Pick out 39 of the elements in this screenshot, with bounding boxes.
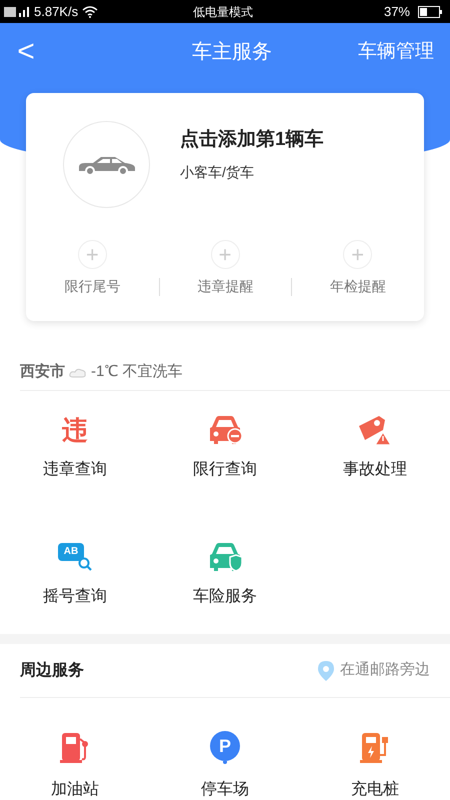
service-label: 限行查询: [193, 460, 257, 480]
current-location: 在通邮路旁边: [340, 660, 430, 680]
page-title: 车主服务: [191, 40, 273, 65]
nearby-label: 加油站: [51, 780, 99, 800]
nearby-label: 充电桩: [351, 780, 399, 800]
nearby-item[interactable]: P 停车场: [150, 730, 300, 800]
nearby-item[interactable]: 加油站: [0, 730, 150, 800]
section-title: 周边服务: [20, 660, 85, 680]
violation-icon: 违: [62, 415, 88, 445]
shortcut-label[interactable]: 限行尾号: [26, 276, 159, 297]
wifi-icon: [82, 6, 98, 18]
cloud-icon: [69, 368, 87, 378]
parking-pin-icon: P: [210, 730, 240, 764]
shortcut-label[interactable]: 违章提醒: [160, 276, 292, 297]
service-item[interactable]: 车险服务: [150, 541, 300, 634]
battery-icon: [418, 6, 442, 18]
vehicle-type: 小客车/货车: [180, 162, 255, 182]
service-item[interactable]: AB 摇号查询: [0, 541, 150, 634]
signal-icon: [4, 4, 30, 18]
shortcut-label[interactable]: 年检提醒: [292, 276, 424, 297]
service-item[interactable]: 限行查询: [150, 414, 300, 507]
service-label: 事故处理: [343, 460, 407, 480]
add-vehicle-title[interactable]: 点击添加第1辆车: [180, 126, 324, 155]
service-item[interactable]: 违 违章查询: [0, 414, 150, 507]
charging-station-icon: [360, 731, 390, 763]
power-mode: 低电量模式: [192, 4, 254, 20]
service-label: 违章查询: [43, 460, 107, 480]
weather-text: -1℃ 不宜洗车: [91, 362, 183, 382]
car-avatar[interactable]: [63, 121, 150, 208]
battery-level: 37%: [384, 2, 410, 21]
location-pin-icon: [318, 660, 334, 680]
city-name: 西安市: [20, 362, 65, 382]
network-speed: 5.87K/s: [34, 2, 78, 21]
service-item[interactable]: 事故处理: [300, 414, 450, 507]
service-label: 车险服务: [193, 586, 257, 607]
fuel-pump-icon: [60, 731, 90, 763]
service-label: 摇号查询: [43, 586, 107, 607]
nearby-item[interactable]: 充电桩: [300, 730, 450, 800]
nearby-label: 停车场: [201, 780, 249, 800]
